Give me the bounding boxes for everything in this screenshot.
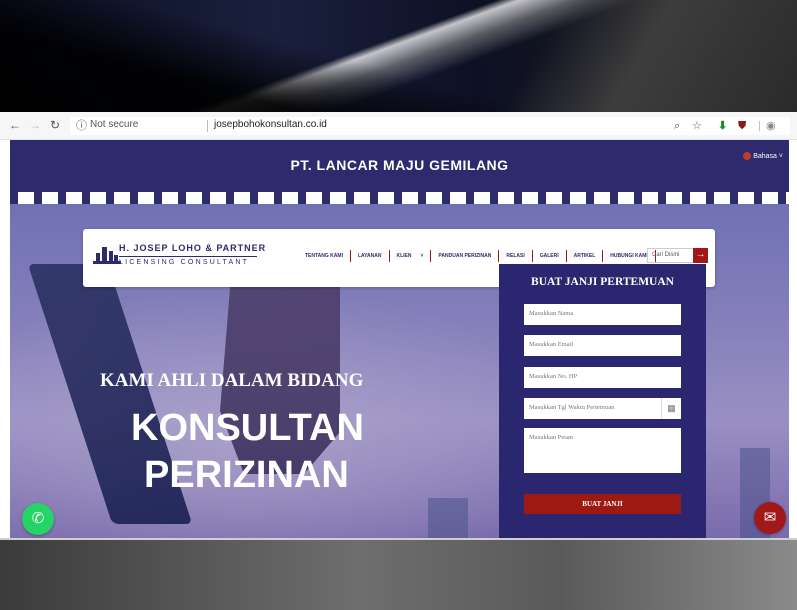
mail-icon[interactable]: ✉ (754, 502, 786, 534)
whatsapp-icon[interactable]: ✆ (22, 503, 54, 535)
site-header: PT. LANCAR MAJU GEMILANG Bahasa ˅ (10, 140, 789, 192)
divider: | (758, 120, 761, 132)
city-skyline-logo-icon[interactable] (93, 243, 121, 265)
profile-icon[interactable]: ◉ (766, 118, 776, 134)
menu-item-tentang-kami[interactable]: TENTANG KAMI (305, 253, 343, 259)
form-title: BUAT JANJI PERTEMUAN (531, 276, 674, 288)
date-field-placeholder: Masukkan Tgl Waktu Pertemuan (529, 404, 615, 411)
browser-window: ← → ↻ ⓘ Not secure josepbohokonsultan.co… (0, 112, 797, 538)
browser-toolbar: ← → ↻ ⓘ Not secure josepbohokonsultan.co… (0, 112, 797, 140)
desktop-background-bottom (0, 538, 797, 610)
bookmark-star-icon[interactable]: ☆ (692, 118, 702, 134)
menu-item-klien[interactable]: KLIEN (397, 253, 412, 259)
name-field[interactable]: Masukkan Nama (524, 304, 681, 325)
menu-item-relasi[interactable]: RELASI (506, 253, 524, 259)
website: PT. LANCAR MAJU GEMILANG Bahasa ˅ H. JOS… (10, 140, 789, 538)
company-title: PT. LANCAR MAJU GEMILANG (290, 157, 509, 173)
desktop-background-top (0, 0, 797, 112)
language-selector[interactable]: Bahasa ˅ (743, 152, 783, 160)
hero-heading-line2: PERIZINAN (144, 454, 349, 496)
message-field[interactable]: Masukkan Pesan (524, 428, 681, 473)
main-menu: TENTANG KAMI LAYANAN KLIEN ˅ PANDUAN PER… (305, 249, 663, 263)
logo-subtitle: LICENSING CONSULTANT (119, 259, 250, 266)
download-arrow-icon[interactable]: ⬇ (718, 118, 727, 134)
logo-name[interactable]: H. JOSEP LOHO & PARTNER (119, 243, 266, 253)
decorative-strip (10, 192, 789, 204)
security-label: Not secure (90, 119, 139, 130)
date-field[interactable]: Masukkan Tgl Waktu Pertemuan ▦ (524, 398, 681, 419)
menu-item-panduan-perizinan[interactable]: PANDUAN PERIZINAN (438, 253, 491, 259)
menu-item-galeri[interactable]: GALERI (540, 253, 559, 259)
language-label: Bahasa (753, 152, 777, 160)
menu-item-layanan[interactable]: LAYANAN (358, 253, 382, 259)
appointment-form: BUAT JANJI PERTEMUAN Masukkan Nama Masuk… (499, 264, 706, 538)
back-arrow-icon[interactable]: ← (8, 118, 22, 132)
url-text[interactable]: josepbohokonsultan.co.id (214, 119, 327, 130)
forward-arrow-icon[interactable]: → (28, 118, 42, 132)
address-bar[interactable]: ⓘ Not secure josepbohokonsultan.co.id ⌕ … (70, 117, 790, 135)
info-icon[interactable]: ⓘ (76, 118, 87, 134)
shield-extension-icon[interactable]: ⛊ (738, 118, 746, 134)
flag-icon (743, 152, 752, 160)
hero-tagline: KAMI AHLI DALAM BIDANG (100, 370, 364, 391)
menu-item-artikel[interactable]: ARTIKEL (574, 253, 596, 259)
search-input[interactable]: Cari Disini (647, 248, 695, 263)
zoom-icon[interactable]: ⌕ (674, 118, 680, 134)
make-appointment-button[interactable]: BUAT JANJI (524, 494, 681, 514)
phone-field[interactable]: Masukkan No. HP (524, 367, 681, 388)
chevron-down-icon[interactable]: ˅ (421, 253, 424, 259)
search-arrow-icon[interactable]: → (693, 248, 708, 263)
reload-icon[interactable]: ↻ (48, 118, 62, 132)
calendar-icon[interactable]: ▦ (661, 398, 681, 419)
email-field[interactable]: Masukkan Email (524, 335, 681, 356)
hero-heading-line1: KONSULTAN (131, 407, 364, 449)
menu-item-hubungi-kami[interactable]: HUBUNGI KAMI (610, 253, 648, 259)
